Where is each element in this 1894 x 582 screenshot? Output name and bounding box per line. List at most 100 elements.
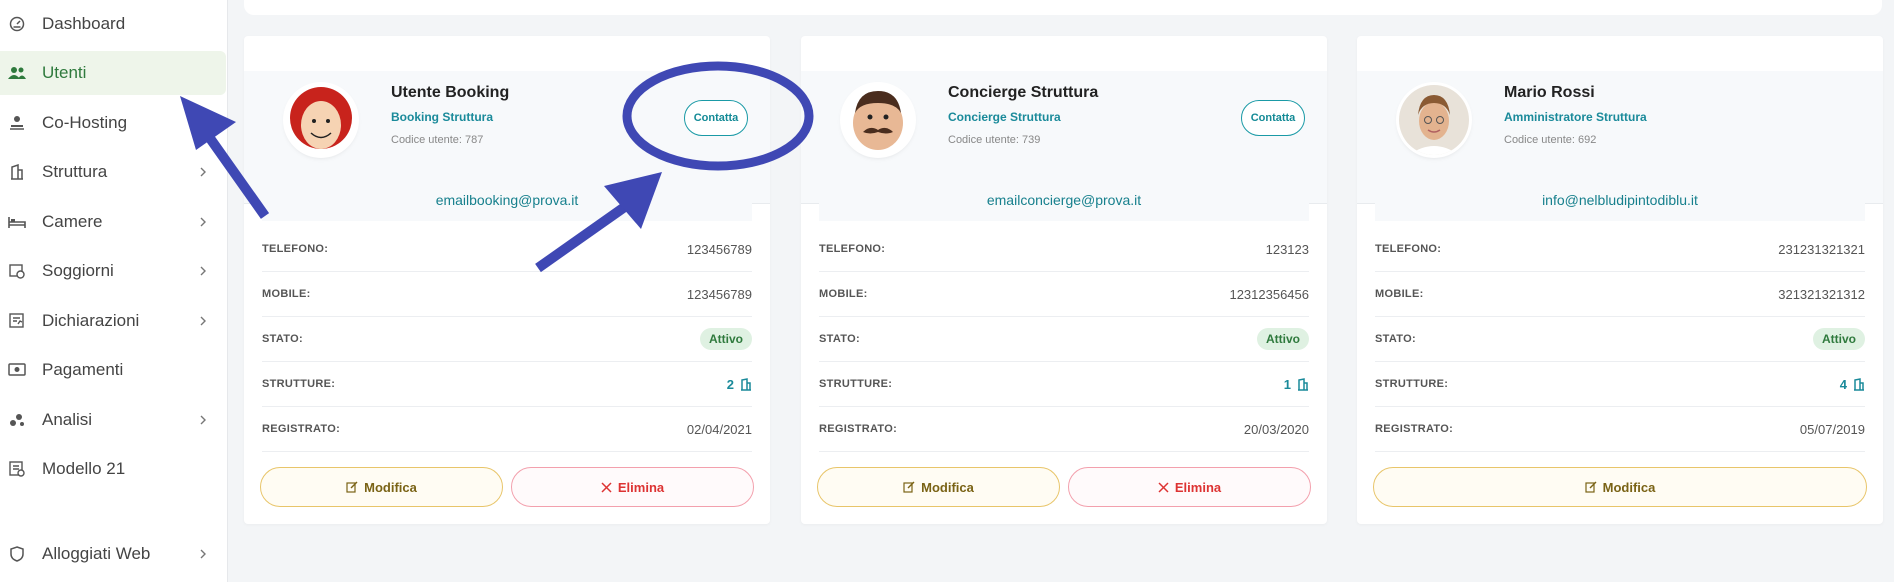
phone-value: 231231321321 <box>1778 241 1865 257</box>
photo-avatar <box>1399 85 1469 155</box>
sidebar-item-modello-21[interactable]: Modello 21 <box>0 447 226 491</box>
delete-button[interactable]: Elimina <box>511 467 754 507</box>
user-email[interactable]: info@nelbludipintodiblu.it <box>1375 179 1865 221</box>
status-label: STATO: <box>1375 333 1416 345</box>
sidebar-item-label: Co-Hosting <box>42 113 128 132</box>
sidebar-item-label: Soggiorni <box>42 261 114 280</box>
delete-button[interactable]: Elimina <box>1068 467 1311 507</box>
structures-label: STRUTTURE: <box>262 378 336 390</box>
phone-label: TELEFONO: <box>819 243 886 255</box>
chevron-right-icon <box>194 163 212 181</box>
structures-link[interactable]: 1 <box>1284 377 1309 392</box>
user-role: Concierge Struttura <box>948 110 1061 124</box>
user-email[interactable]: emailconcierge@prova.it <box>819 179 1309 221</box>
form-icon <box>8 460 26 478</box>
edit-icon <box>1585 481 1597 493</box>
delete-label: Elimina <box>1174 479 1222 495</box>
user-code: Codice utente: 692 <box>1504 134 1597 146</box>
structures-count: 4 <box>1839 376 1847 392</box>
structures-count: 2 <box>726 376 734 392</box>
status-badge: Attivo <box>1813 328 1865 350</box>
user-role: Booking Struttura <box>391 110 493 124</box>
contact-button[interactable]: Contatta <box>1241 100 1305 136</box>
registered-value: 05/07/2019 <box>1799 421 1865 437</box>
building-icon <box>1854 377 1864 391</box>
structures-row: STRUTTURE: 2 <box>262 362 752 407</box>
status-row: STATO: Attivo <box>819 317 1309 362</box>
sidebar-item-dashboard[interactable]: Dashboard <box>0 2 226 46</box>
phone-label: TELEFONO: <box>262 243 329 255</box>
close-icon <box>1158 481 1169 493</box>
sidebar-item-soggiorni[interactable]: Soggiorni <box>0 249 226 293</box>
user-card: Mario Rossi Amministratore Struttura Cod… <box>1357 36 1883 524</box>
contact-button[interactable]: Contatta <box>684 100 748 136</box>
payment-icon <box>8 361 26 379</box>
edit-label: Modifica <box>1602 479 1656 495</box>
registered-label: REGISTRATO: <box>819 423 898 435</box>
chevron-right-icon <box>194 262 212 280</box>
edit-icon <box>346 481 358 493</box>
sidebar-item-label: Alloggiati Web <box>42 544 151 563</box>
shield-icon <box>8 545 26 563</box>
phone-value: 123123 <box>1265 241 1309 257</box>
registered-row: REGISTRATO: 20/03/2020 <box>819 407 1309 452</box>
edit-button[interactable]: Modifica <box>260 467 503 507</box>
co-hosting-icon <box>8 114 26 132</box>
structures-label: STRUTTURE: <box>1375 378 1449 390</box>
user-card: Concierge Struttura Concierge Struttura … <box>801 36 1327 524</box>
chevron-right-icon <box>194 213 212 231</box>
status-row: STATO: Attivo <box>262 317 752 362</box>
sidebar-item-label: Modello 21 <box>42 459 126 478</box>
mobile-label: MOBILE: <box>262 288 311 300</box>
user-code: Codice utente: 739 <box>948 134 1041 146</box>
user-card: Utente Booking Booking Struttura Codice … <box>244 36 770 524</box>
sidebar-item-co-hosting[interactable]: Co-Hosting <box>0 101 226 145</box>
edit-button[interactable]: Modifica <box>1373 467 1867 507</box>
sidebar-item-label: Dichiarazioni <box>42 311 140 330</box>
mobile-value: 321321321312 <box>1778 286 1865 302</box>
status-badge: Attivo <box>1257 328 1309 350</box>
sidebar-item-dichiarazioni[interactable]: Dichiarazioni <box>0 299 226 343</box>
user-name: Concierge Struttura <box>948 84 1099 101</box>
user-code: Codice utente: 787 <box>391 134 484 146</box>
structures-link[interactable]: 4 <box>1840 377 1865 392</box>
edit-button[interactable]: Modifica <box>817 467 1060 507</box>
mobile-label: MOBILE: <box>819 288 868 300</box>
sidebar-item-camere[interactable]: Camere <box>0 200 226 244</box>
document-icon <box>8 312 26 330</box>
sidebar-item-analisi[interactable]: Analisi <box>0 398 226 442</box>
chevron-right-icon <box>194 411 212 429</box>
building-icon <box>741 377 751 391</box>
registered-value: 20/03/2020 <box>1243 421 1309 437</box>
user-email[interactable]: emailbooking@prova.it <box>262 179 752 221</box>
mobile-value: 12312356456 <box>1229 286 1309 302</box>
sidebar: Dashboard Utenti Co-Hosting Struttura Ca… <box>0 0 228 582</box>
sidebar-item-alloggiati-web[interactable]: Alloggiati Web <box>0 532 226 576</box>
mobile-label: MOBILE: <box>1375 288 1424 300</box>
sidebar-item-utenti[interactable]: Utenti <box>0 51 226 95</box>
user-role: Amministratore Struttura <box>1504 110 1647 124</box>
sidebar-item-label: Pagamenti <box>42 360 124 379</box>
close-icon <box>601 481 612 493</box>
status-row: STATO: Attivo <box>1375 317 1865 362</box>
top-panel <box>244 0 1882 15</box>
dashboard-icon <box>8 15 26 33</box>
registered-value: 02/04/2021 <box>686 421 752 437</box>
sidebar-item-label: Dashboard <box>42 14 126 33</box>
edit-label: Modifica <box>364 479 417 495</box>
users-icon <box>8 64 26 82</box>
user-name: Mario Rossi <box>1504 84 1595 101</box>
structures-row: STRUTTURE: 4 <box>1375 362 1865 407</box>
status-label: STATO: <box>262 333 303 345</box>
bed-icon <box>8 213 26 231</box>
sidebar-item-struttura[interactable]: Struttura <box>0 150 226 194</box>
calendar-clock-icon <box>8 262 26 280</box>
building-icon <box>1298 377 1308 391</box>
structures-link[interactable]: 2 <box>727 377 752 392</box>
phone-label: TELEFONO: <box>1375 243 1442 255</box>
status-label: STATO: <box>819 333 860 345</box>
registered-label: REGISTRATO: <box>1375 423 1454 435</box>
delete-label: Elimina <box>617 479 665 495</box>
sidebar-item-pagamenti[interactable]: Pagamenti <box>0 348 226 392</box>
structures-count: 1 <box>1283 376 1291 392</box>
